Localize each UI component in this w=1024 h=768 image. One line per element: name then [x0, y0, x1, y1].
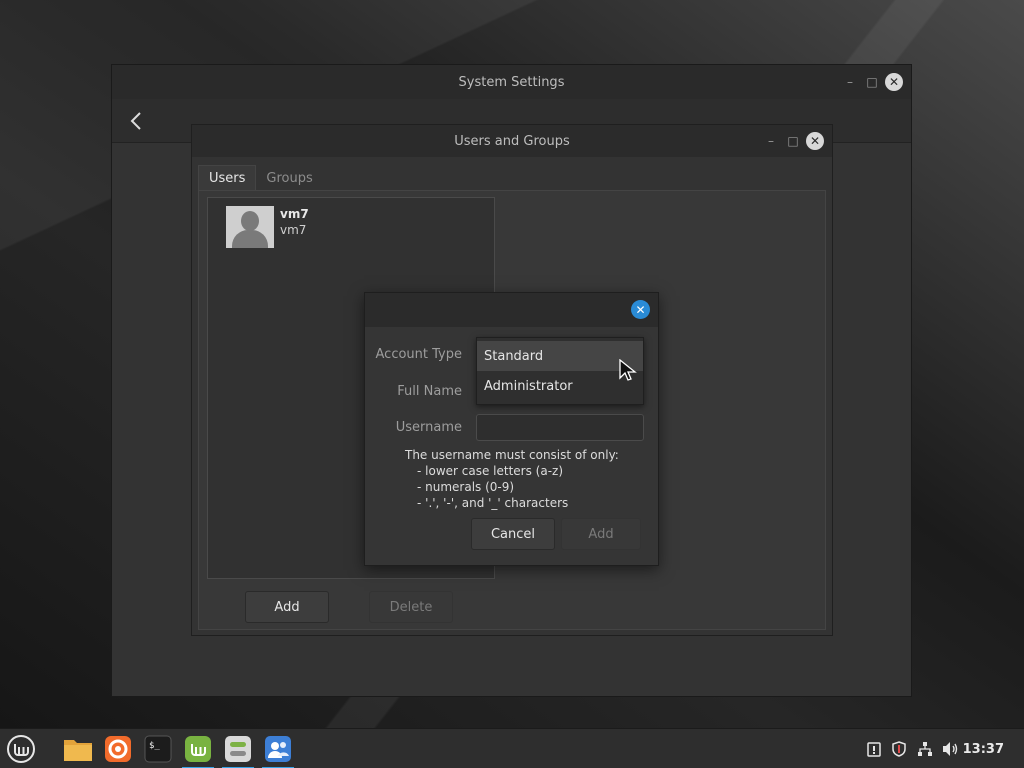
clock[interactable]: 13:37	[963, 729, 1004, 768]
close-icon: ✕	[806, 132, 824, 150]
cancel-button[interactable]: Cancel	[471, 518, 555, 550]
mint-menu-icon[interactable]	[5, 733, 37, 765]
svg-text:$_: $_	[149, 741, 160, 751]
maximize-icon[interactable]: □	[782, 130, 804, 152]
username-hint: The username must consist of only: - low…	[405, 447, 619, 511]
system-settings-icon[interactable]	[222, 733, 254, 768]
delete-user-button[interactable]: Delete	[369, 591, 453, 623]
username-field[interactable]	[476, 414, 644, 441]
maximize-icon[interactable]: □	[861, 71, 883, 93]
network-icon[interactable]	[917, 729, 933, 768]
tab-bar: Users Groups	[198, 165, 323, 191]
list-item[interactable]: vm7 vm7	[226, 206, 309, 248]
close-icon[interactable]: ✕	[631, 300, 650, 319]
close-button[interactable]: ✕	[804, 130, 826, 152]
hint-line: - numerals (0-9)	[417, 480, 515, 494]
hint-line: - '.', '-', and '_' characters	[417, 496, 569, 510]
shield-icon[interactable]	[891, 729, 907, 768]
mintinstall-icon[interactable]	[182, 733, 214, 768]
close-button[interactable]: ✕	[883, 71, 905, 93]
add-user-button[interactable]: Add	[245, 591, 329, 623]
mouse-pointer-icon	[619, 359, 637, 381]
update-manager-icon[interactable]	[866, 729, 882, 768]
account-type-label: Account Type	[375, 347, 462, 362]
hint-line: - lower case letters (a-z)	[417, 464, 564, 478]
minimize-icon[interactable]: –	[839, 71, 861, 93]
volume-icon[interactable]	[942, 729, 960, 768]
minimize-icon[interactable]: –	[760, 130, 782, 152]
new-user-dialog: ✕ Account Type Full Name Username Standa…	[364, 292, 659, 566]
users-groups-title: Users and Groups	[454, 133, 570, 149]
chevron-left-icon[interactable]	[126, 109, 146, 133]
users-groups-icon[interactable]	[262, 733, 294, 768]
user-login: vm7	[280, 223, 307, 237]
files-icon[interactable]	[62, 733, 94, 765]
full-name-label: Full Name	[397, 384, 462, 399]
add-button[interactable]: Add	[561, 518, 641, 550]
dialog-titlebar[interactable]: ✕	[365, 293, 658, 327]
close-icon: ✕	[885, 73, 903, 91]
system-settings-titlebar[interactable]: System Settings – □ ✕	[112, 65, 911, 99]
hint-title: The username must consist of only:	[405, 448, 619, 462]
firefox-icon[interactable]	[102, 733, 134, 765]
terminal-icon[interactable]: $_	[142, 733, 174, 765]
users-groups-titlebar[interactable]: Users and Groups – □ ✕	[192, 125, 832, 157]
tab-users[interactable]: Users	[198, 165, 257, 191]
user-name: vm7	[280, 207, 309, 221]
username-label: Username	[395, 420, 462, 435]
taskbar: $_ 13:37	[0, 728, 1024, 768]
tab-groups[interactable]: Groups	[256, 165, 322, 191]
system-settings-title: System Settings	[458, 74, 565, 90]
user-avatar-icon	[226, 206, 274, 248]
